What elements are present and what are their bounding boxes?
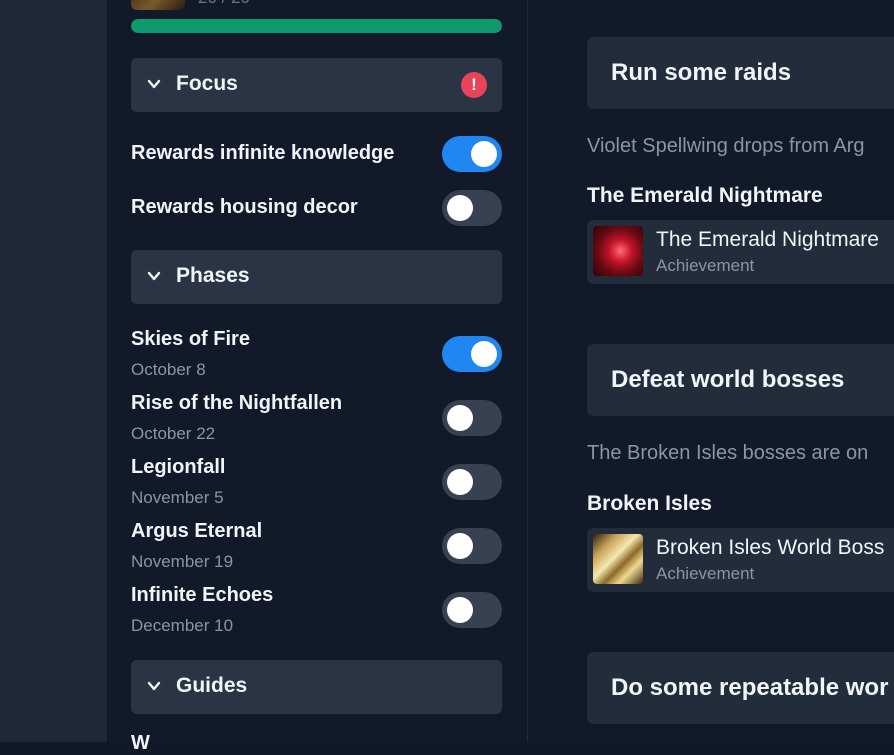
focus-section-title: Focus [176,72,238,95]
progress-bar-fill [131,19,502,33]
focus-section-header[interactable]: Focus ! [131,58,502,112]
toggle-housing-decor[interactable] [442,190,502,226]
achievement-title: Broken Isles World Boss [656,536,885,559]
toggle-knob [447,195,473,221]
toggle-infinite-knowledge[interactable] [442,136,502,172]
toggle-knob [447,405,473,431]
progress-bar [131,19,502,33]
left-panel-strip [0,0,107,742]
toggle-phase-skies-of-fire[interactable] [442,336,502,372]
broken-isles-icon [593,534,643,584]
achievement-title: The Emerald Nightmare [656,228,879,251]
guides-section-title: Guides [176,674,248,697]
phase-name-infinite-echoes: Infinite Echoes [131,584,274,606]
repeatable-card-title: Do some repeatable wor [611,674,889,701]
raids-card-title: Run some raids [611,59,792,86]
toggle-knob [471,341,497,367]
guides-first-item-partial[interactable]: W [131,732,150,755]
phase-name-rise-of-the-nightfallen: Rise of the Nightfallen [131,392,343,414]
phase-date-skies-of-fire: October 8 [131,360,206,379]
phase-date-legionfall: November 5 [131,488,224,507]
phases-section-header[interactable]: Phases [131,250,502,304]
world-bosses-description: The Broken Isles bosses are on [587,442,869,464]
phase-date-rise-of-the-nightfallen: October 22 [131,424,216,443]
phase-name-legionfall: Legionfall [131,456,226,478]
phase-date-infinite-echoes: December 10 [131,616,234,635]
raids-card-header[interactable]: Run some raids [587,37,894,109]
chevron-down-icon [147,271,161,281]
repeatable-card-header[interactable]: Do some repeatable wor [587,652,894,724]
phase-date-argus-eternal: November 19 [131,552,234,571]
guides-section-header[interactable]: Guides [131,660,502,714]
chevron-down-icon [147,79,161,89]
world-bosses-group-title: Broken Isles [587,492,712,515]
toggle-phase-infinite-echoes[interactable] [442,592,502,628]
world-bosses-card-title: Defeat world bosses [611,366,845,393]
phase-name-argus-eternal: Argus Eternal [131,520,263,542]
achievement-card-emerald-nightmare[interactable]: The Emerald Nightmare Achievement [587,220,894,284]
toggle-phase-rise-of-the-nightfallen[interactable] [442,400,502,436]
expansion-avatar-icon [131,0,185,10]
toggle-label-housing-decor: Rewards housing decor [131,196,358,218]
achievement-card-broken-isles[interactable]: Broken Isles World Boss Achievement [587,528,894,592]
toggle-knob [447,597,473,623]
toggle-phase-argus-eternal[interactable] [442,528,502,564]
world-bosses-card-header[interactable]: Defeat world bosses [587,344,894,416]
achievement-type: Achievement [656,564,755,583]
phases-section-title: Phases [176,264,250,287]
toggle-knob [471,141,497,167]
chevron-down-icon [147,681,161,691]
phase-name-skies-of-fire: Skies of Fire [131,328,250,350]
alert-icon: ! [461,72,487,98]
progress-count: 20 / 20 [198,0,250,8]
raids-group-title: The Emerald Nightmare [587,184,823,207]
toggle-phase-legionfall[interactable] [442,464,502,500]
emerald-nightmare-icon [593,226,643,276]
raids-description: Violet Spellwing drops from Arg [587,135,865,157]
toggle-knob [447,533,473,559]
toggle-knob [447,469,473,495]
achievement-type: Achievement [656,256,755,275]
toggle-label-infinite-knowledge: Rewards infinite knowledge [131,142,395,164]
main-content: Run some raids Violet Spellwing drops fr… [528,0,894,742]
